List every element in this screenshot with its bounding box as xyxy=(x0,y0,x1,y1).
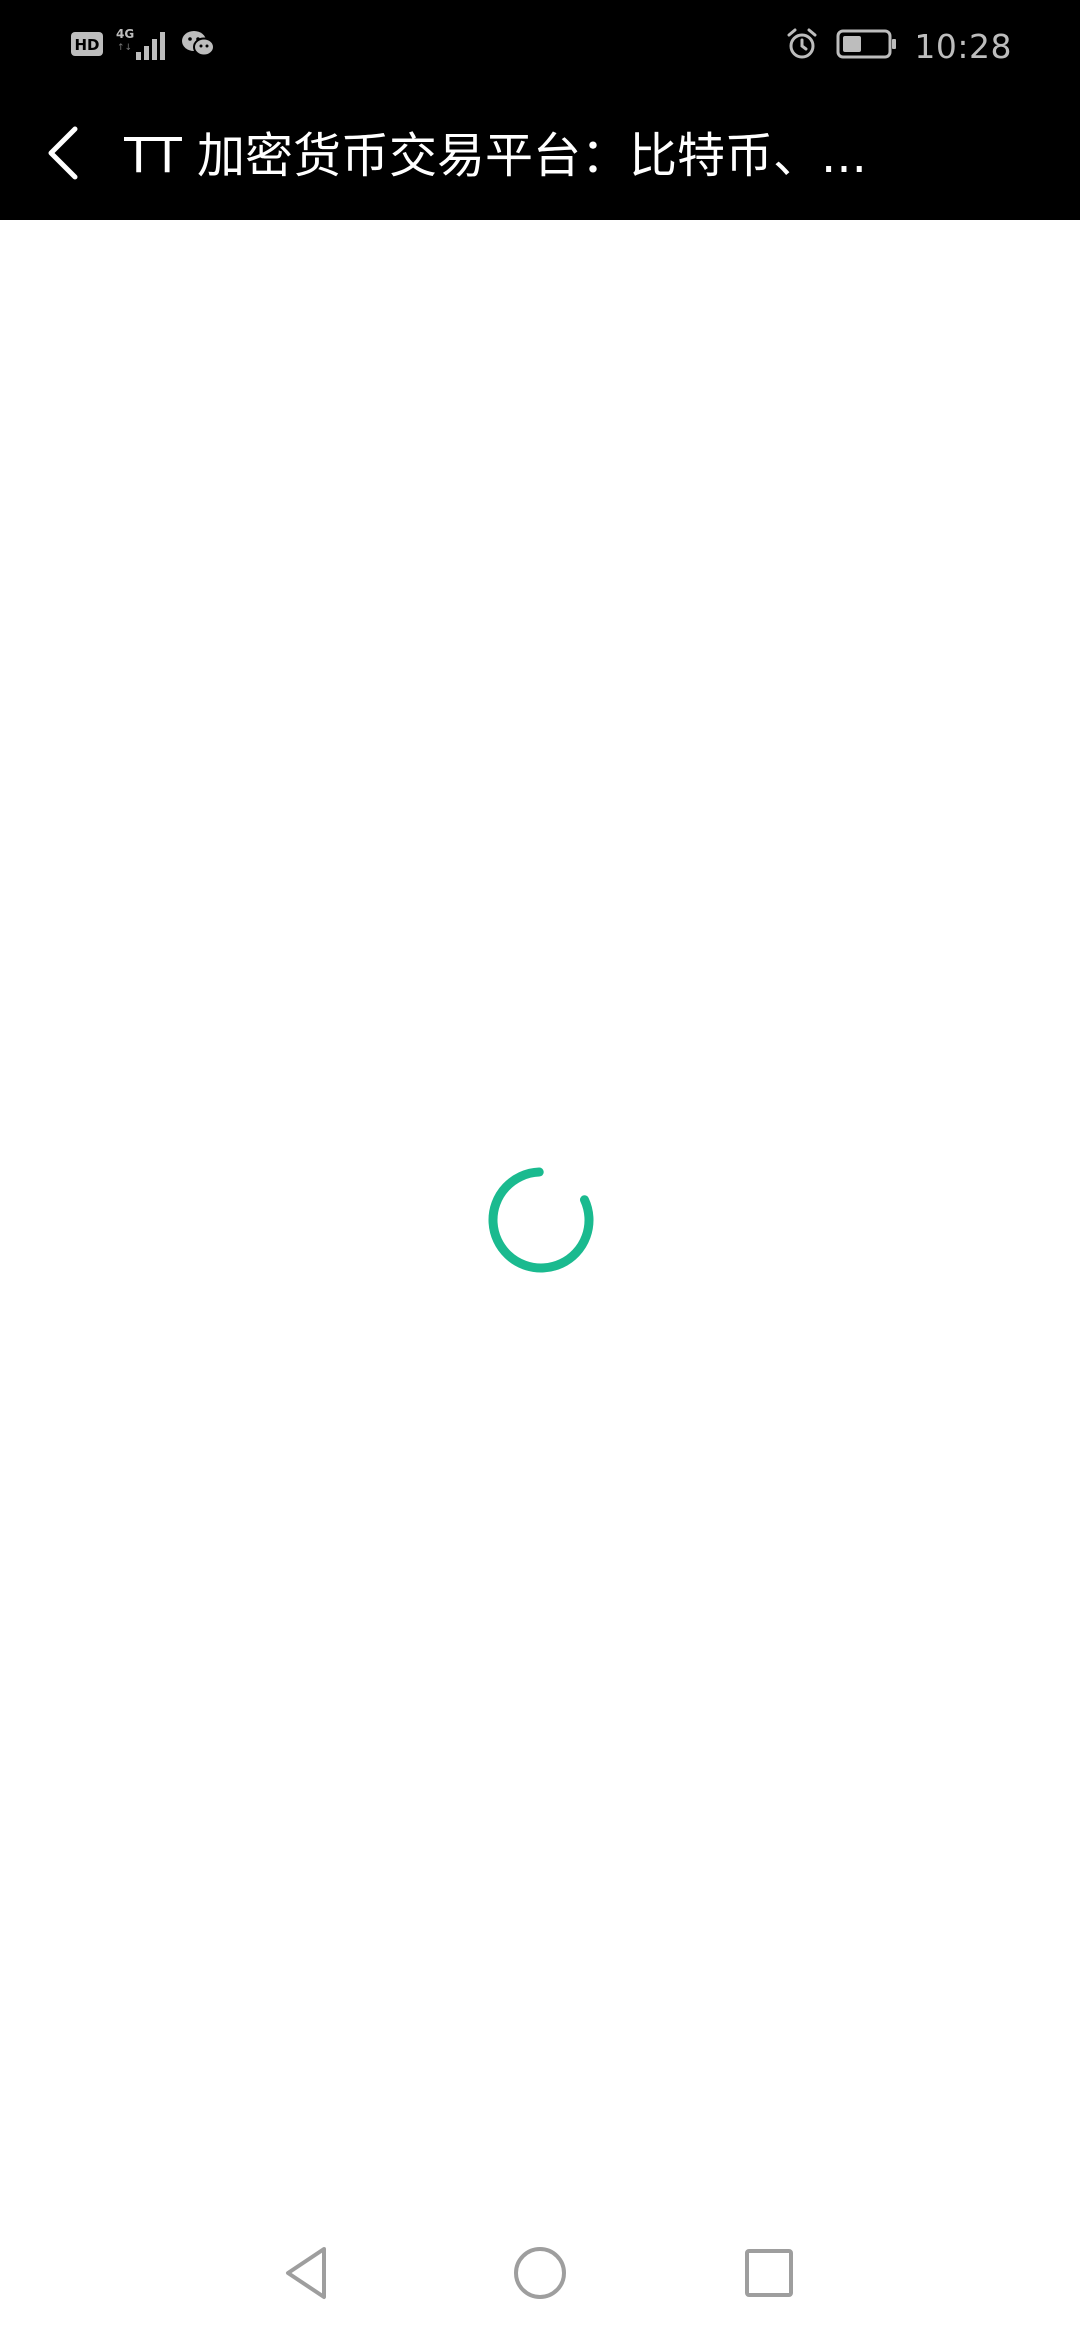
status-right: 10:28 xyxy=(784,26,1012,66)
loading-spinner xyxy=(486,1165,596,1275)
nav-back-button[interactable] xyxy=(273,2240,343,2310)
chevron-left-icon xyxy=(41,123,85,187)
alarm-icon xyxy=(784,26,820,66)
system-nav-bar xyxy=(0,2210,1080,2340)
hd-icon: HD xyxy=(70,31,104,61)
status-bar: HD 4G ↑↓ 10:28 xyxy=(0,0,1080,90)
screen: HD 4G ↑↓ 10:28 TT 加密货币交易平台：比特币、... xyxy=(0,0,1080,2340)
signal-icon: 4G ↑↓ xyxy=(114,26,170,66)
home-circle-icon xyxy=(510,2243,570,2307)
webview-content xyxy=(0,220,1080,2210)
status-time: 10:28 xyxy=(914,26,1012,66)
svg-text:HD: HD xyxy=(74,36,99,54)
wechat-icon xyxy=(180,28,216,64)
nav-home-button[interactable] xyxy=(505,2240,575,2310)
battery-icon xyxy=(836,28,898,64)
nav-recents-button[interactable] xyxy=(734,2240,804,2310)
svg-text:↑↓: ↑↓ xyxy=(117,43,132,53)
page-title: TT 加密货币交易平台：比特币、... xyxy=(124,128,867,184)
status-left: HD 4G ↑↓ xyxy=(70,26,216,66)
app-bar: TT 加密货币交易平台：比特币、... xyxy=(0,90,1080,220)
back-triangle-icon xyxy=(280,2243,336,2307)
recents-square-icon xyxy=(741,2245,797,2305)
svg-text:4G: 4G xyxy=(116,27,134,41)
back-button[interactable] xyxy=(28,120,98,190)
